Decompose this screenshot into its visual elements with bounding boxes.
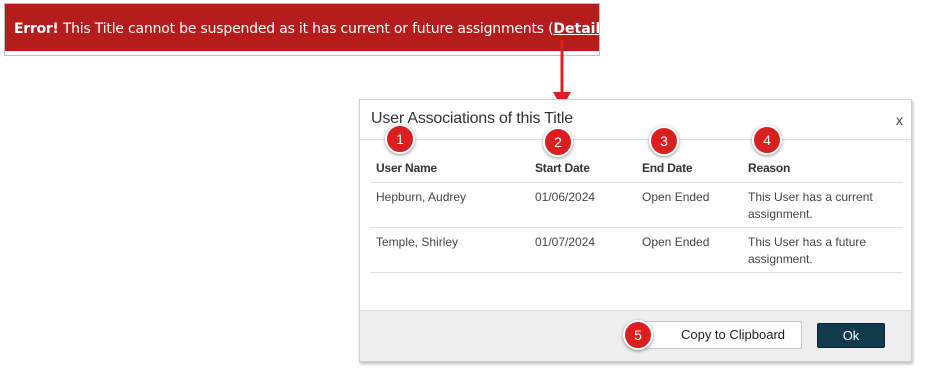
column-header-reason: Reason bbox=[748, 161, 791, 175]
error-message: This Title cannot be suspended as it has… bbox=[58, 21, 554, 37]
callout-marker: 5 bbox=[623, 320, 653, 350]
row-divider bbox=[370, 272, 903, 273]
callout-marker: 3 bbox=[649, 126, 679, 156]
row-divider bbox=[370, 227, 903, 228]
error-suffix: ). bbox=[608, 21, 619, 37]
error-prefix: Error! bbox=[14, 21, 59, 37]
error-banner-frame: Error! This Title cannot be suspended as… bbox=[4, 3, 618, 56]
copy-to-clipboard-button[interactable]: Copy to Clipboard bbox=[636, 321, 802, 349]
cell-end-date: Open Ended bbox=[642, 235, 710, 249]
column-header-start-date: Start Date bbox=[535, 161, 590, 175]
cell-reason: This User has a future assignment. bbox=[748, 235, 867, 266]
close-icon[interactable]: x bbox=[896, 112, 903, 128]
ok-button[interactable]: Ok bbox=[817, 323, 885, 348]
callout-marker: 2 bbox=[543, 127, 573, 157]
column-header-user-name: User Name bbox=[376, 161, 437, 175]
details-link[interactable]: Details bbox=[553, 21, 608, 37]
cell-reason: This User has a current assignment. bbox=[748, 190, 873, 221]
cell-start-date: 01/07/2024 bbox=[535, 235, 596, 249]
cell-user-name: Hepburn, Audrey bbox=[376, 190, 467, 204]
title-divider bbox=[360, 139, 911, 140]
error-banner: Error! This Title cannot be suspended as… bbox=[5, 4, 618, 51]
column-header-end-date: End Date bbox=[642, 161, 693, 175]
header-divider bbox=[370, 182, 903, 183]
callout-marker: 4 bbox=[752, 125, 782, 155]
cell-user-name: Temple, Shirley bbox=[376, 235, 459, 249]
callout-marker: 1 bbox=[385, 124, 415, 154]
cell-start-date: 01/06/2024 bbox=[535, 190, 596, 204]
cell-end-date: Open Ended bbox=[642, 190, 710, 204]
